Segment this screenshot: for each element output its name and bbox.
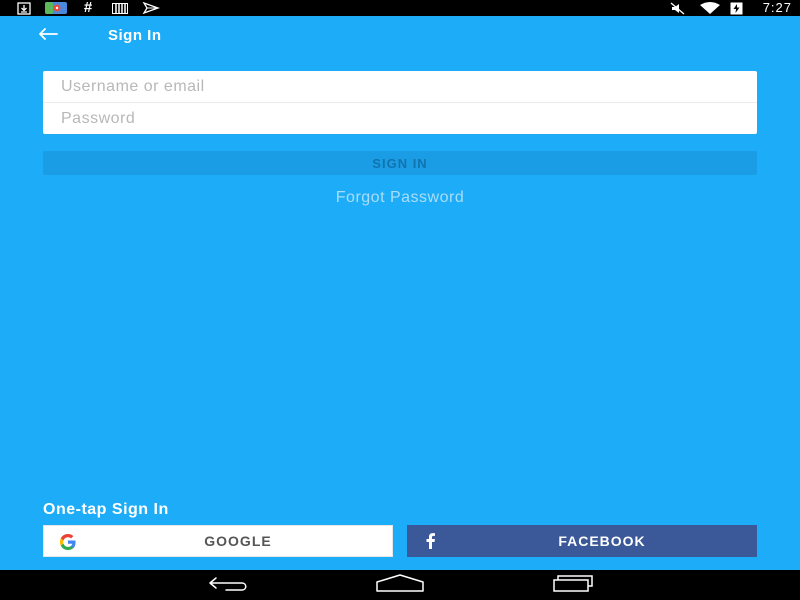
- google-icon: [58, 532, 78, 552]
- back-nav-icon: [204, 574, 252, 597]
- navigation-bar: [0, 570, 800, 600]
- home-nav-button[interactable]: [370, 573, 430, 597]
- recents-nav-icon: [548, 574, 596, 597]
- download-icon: [16, 1, 32, 15]
- back-button[interactable]: [34, 24, 62, 48]
- sign-in-screen: # 7:27 Sign In Username or email SIGN IN…: [0, 0, 800, 600]
- login-form: [43, 71, 757, 134]
- facebook-sign-in-button[interactable]: FACEBOOK: [407, 525, 757, 557]
- battery-charging-icon: [728, 1, 744, 15]
- facebook-icon: [421, 531, 441, 551]
- wifi-icon: [697, 1, 723, 15]
- sign-in-button[interactable]: SIGN IN: [43, 151, 757, 175]
- back-nav-button[interactable]: [198, 573, 258, 597]
- status-time: 7:27: [762, 0, 792, 15]
- one-tap-heading: One-tap Sign In: [43, 501, 169, 518]
- password-input[interactable]: [43, 103, 757, 134]
- home-nav-icon: [375, 573, 425, 597]
- sd-card-icon: [111, 1, 129, 15]
- google-label: GOOGLE: [204, 533, 272, 549]
- status-bar: # 7:27: [0, 0, 800, 16]
- play-store-icon: [141, 1, 161, 15]
- mute-icon: [668, 1, 688, 15]
- forgot-password-link[interactable]: Forgot Password: [0, 189, 800, 207]
- recents-nav-button[interactable]: [542, 573, 602, 597]
- app-bar: Sign In: [0, 16, 800, 56]
- username-input[interactable]: [43, 71, 757, 102]
- facebook-label: FACEBOOK: [558, 533, 646, 549]
- page-title: Sign In: [108, 27, 162, 44]
- arrow-back-icon: [37, 27, 59, 46]
- google-sign-in-button[interactable]: GOOGLE: [43, 525, 393, 557]
- maps-icon: [44, 1, 68, 15]
- hash-icon: #: [83, 0, 93, 16]
